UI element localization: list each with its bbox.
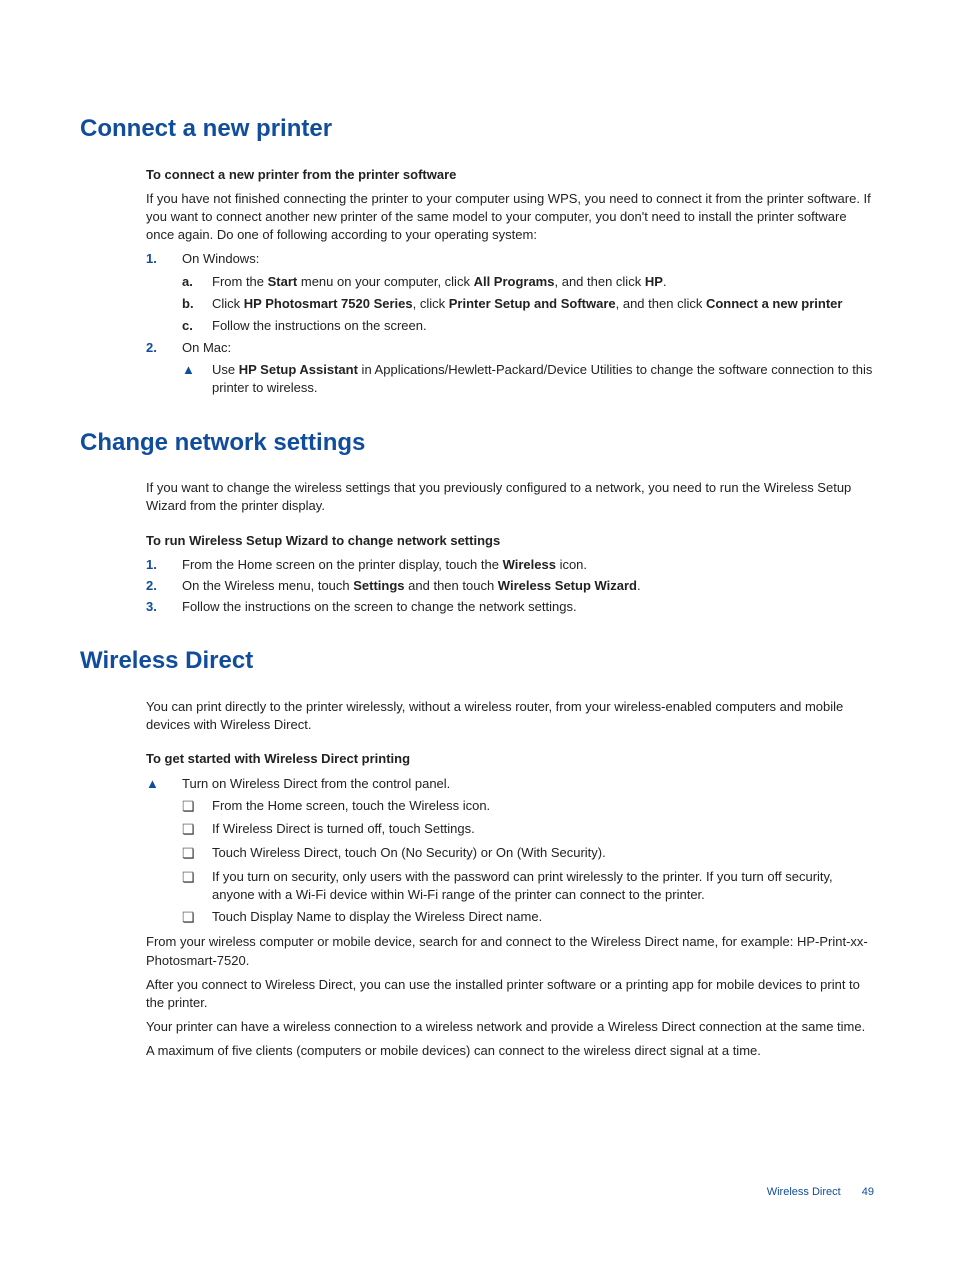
square-icon: ❏ [182, 820, 212, 840]
list-marker: 2. [146, 577, 182, 595]
heading-connect-new-printer: Connect a new printer [80, 112, 874, 146]
section-content: To connect a new printer from the printe… [146, 166, 874, 398]
list-text: Touch Wireless Direct, touch On (No Secu… [212, 844, 606, 864]
section-content: If you want to change the wireless setti… [146, 479, 874, 616]
paragraph: After you connect to Wireless Direct, yo… [146, 976, 874, 1012]
heading-wireless-direct: Wireless Direct [80, 644, 874, 678]
list-text: On the Wireless menu, touch Settings and… [182, 577, 641, 595]
list-marker: 1. [146, 556, 182, 574]
subhead-wireless-direct: To get started with Wireless Direct prin… [146, 750, 874, 768]
list-item: ❏Touch Display Name to display the Wirel… [182, 908, 874, 928]
list-text: From the Home screen, touch the Wireless… [212, 797, 490, 817]
ordered-list: 1. On Windows: a. From the Start menu on… [146, 250, 874, 397]
square-icon: ❏ [182, 844, 212, 864]
list-text: Turn on Wireless Direct from the control… [182, 775, 450, 793]
list-text: Touch Display Name to display the Wirele… [212, 908, 542, 928]
triangle-root-list: ▲ Turn on Wireless Direct from the contr… [146, 775, 874, 928]
list-item: b. Click HP Photosmart 7520 Series, clic… [182, 295, 874, 313]
list-item: 2. On Mac: [146, 339, 874, 357]
square-icon: ❏ [182, 908, 212, 928]
list-text: From the Home screen on the printer disp… [182, 556, 587, 574]
list-text: Follow the instructions on the screen. [212, 317, 427, 335]
section-content: You can print directly to the printer wi… [146, 698, 874, 1061]
list-marker: c. [182, 317, 212, 335]
square-icon: ❏ [182, 868, 212, 904]
paragraph: If you have not finished connecting the … [146, 190, 874, 245]
triangle-icon: ▲ [146, 775, 182, 793]
paragraph: If you want to change the wireless setti… [146, 479, 874, 515]
list-item: ❏Touch Wireless Direct, touch On (No Sec… [182, 844, 874, 864]
list-item: 2. On the Wireless menu, touch Settings … [146, 577, 874, 595]
list-item: 1. On Windows: [146, 250, 874, 268]
list-text: Use HP Setup Assistant in Applications/H… [212, 361, 874, 397]
square-icon: ❏ [182, 797, 212, 817]
list-item: ▲ Use HP Setup Assistant in Applications… [182, 361, 874, 397]
list-item: 3. Follow the instructions on the screen… [146, 598, 874, 616]
list-item: c. Follow the instructions on the screen… [182, 317, 874, 335]
list-item: ▲ Turn on Wireless Direct from the contr… [146, 775, 874, 793]
heading-change-network-settings: Change network settings [80, 426, 874, 460]
list-text: Follow the instructions on the screen to… [182, 598, 577, 616]
list-text: If you turn on security, only users with… [212, 868, 874, 904]
alpha-list: a. From the Start menu on your computer,… [182, 273, 874, 336]
list-marker: b. [182, 295, 212, 313]
ordered-list: 1. From the Home screen on the printer d… [146, 556, 874, 617]
list-text: On Mac: [182, 339, 231, 357]
list-text: Click HP Photosmart 7520 Series, click P… [212, 295, 842, 313]
paragraph: A maximum of five clients (computers or … [146, 1042, 874, 1060]
list-item: ❏From the Home screen, touch the Wireles… [182, 797, 874, 817]
list-text: On Windows: [182, 250, 259, 268]
list-item: 1. From the Home screen on the printer d… [146, 556, 874, 574]
list-marker: 2. [146, 339, 182, 357]
list-item: a. From the Start menu on your computer,… [182, 273, 874, 291]
document-page: Connect a new printer To connect a new p… [0, 0, 954, 1270]
triangle-icon: ▲ [182, 361, 212, 397]
list-text: If Wireless Direct is turned off, touch … [212, 820, 475, 840]
list-text: From the Start menu on your computer, cl… [212, 273, 667, 291]
square-list: ❏From the Home screen, touch the Wireles… [182, 797, 874, 928]
subhead-connect: To connect a new printer from the printe… [146, 166, 874, 184]
list-marker: 1. [146, 250, 182, 268]
page-footer: Wireless Direct 49 [767, 1185, 874, 1200]
page-number: 49 [862, 1186, 874, 1198]
list-marker: a. [182, 273, 212, 291]
paragraph: Your printer can have a wireless connect… [146, 1018, 874, 1036]
list-item: ❏If Wireless Direct is turned off, touch… [182, 820, 874, 840]
list-item: ❏If you turn on security, only users wit… [182, 868, 874, 904]
triangle-list: ▲ Use HP Setup Assistant in Applications… [182, 361, 874, 397]
footer-section-label: Wireless Direct [767, 1186, 841, 1198]
list-marker: 3. [146, 598, 182, 616]
subhead-wizard: To run Wireless Setup Wizard to change n… [146, 532, 874, 550]
paragraph: From your wireless computer or mobile de… [146, 933, 874, 969]
paragraph: You can print directly to the printer wi… [146, 698, 874, 734]
